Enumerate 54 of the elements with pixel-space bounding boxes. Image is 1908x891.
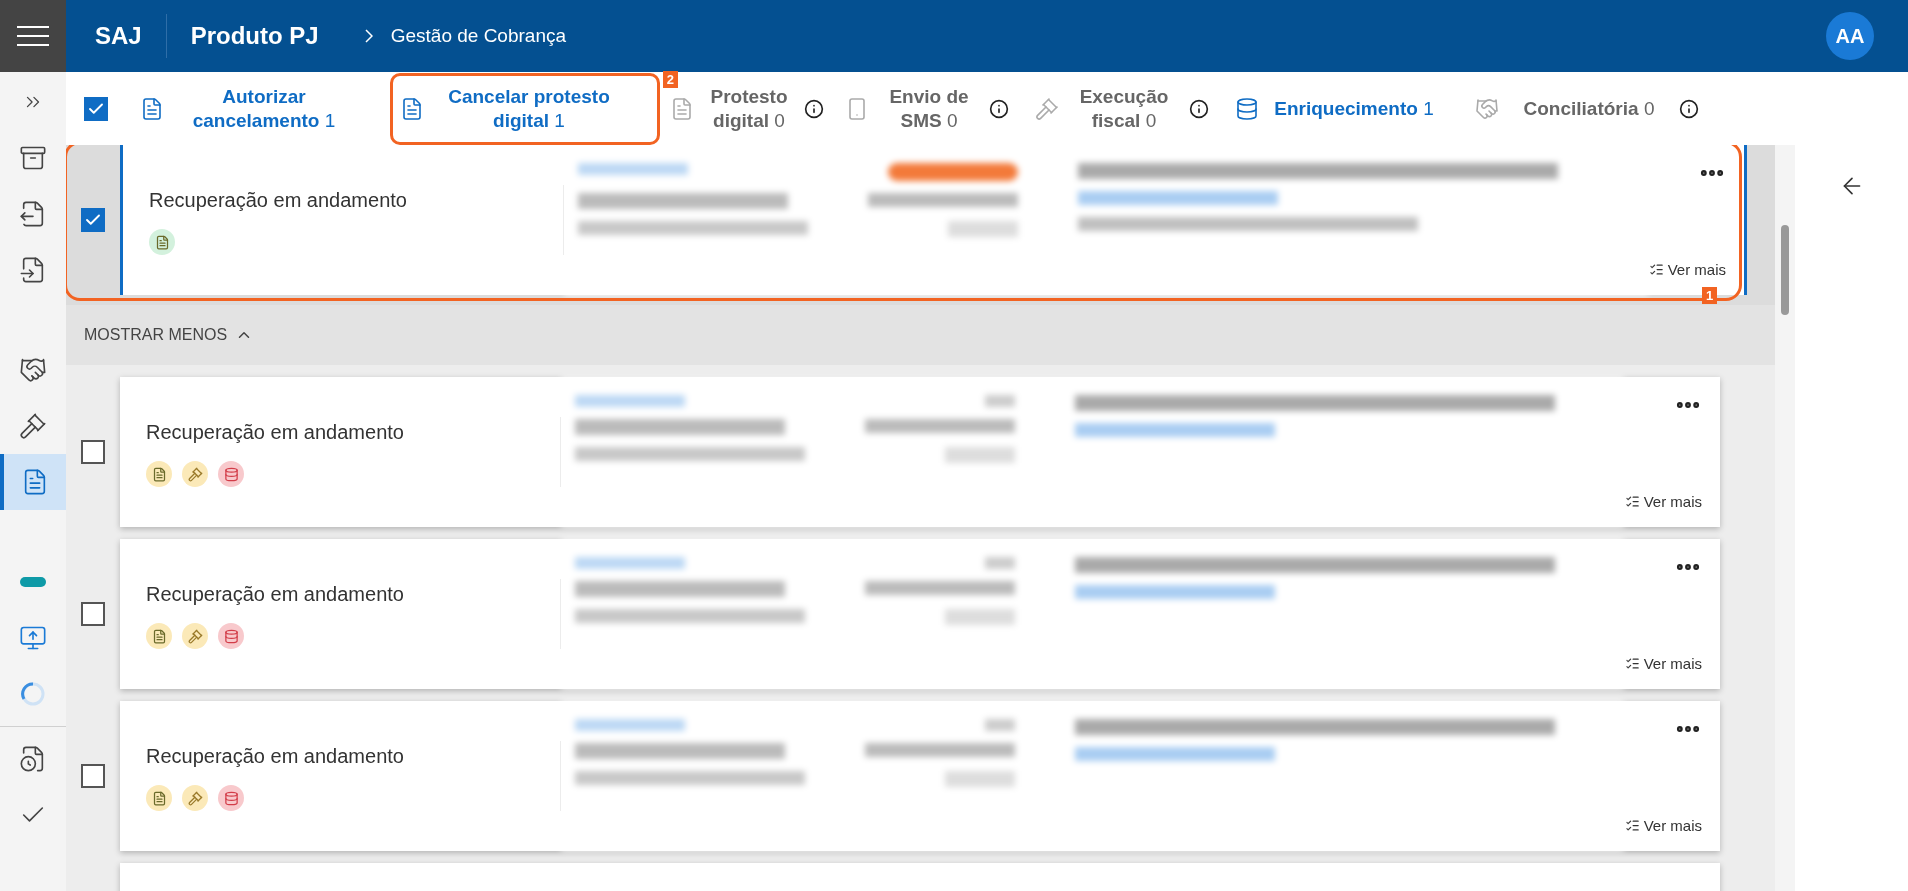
record-card[interactable]: Recuperação em andamento Ver mais <box>120 539 1720 689</box>
double-check-icon <box>1648 262 1664 278</box>
see-more-button[interactable]: Ver mais <box>1624 814 1702 837</box>
info-icon[interactable] <box>1189 98 1209 119</box>
record-card[interactable]: Recuperação em andamento Ver mais <box>120 377 1720 527</box>
menu-icon <box>17 25 49 47</box>
action-button[interactable]: Cancelar protesto digital 1 <box>434 84 624 133</box>
double-check-icon <box>1624 494 1640 510</box>
document-icon <box>670 96 694 121</box>
checkbox[interactable] <box>81 208 105 232</box>
action-button[interactable]: Autorizar cancelamento 1 <box>174 84 354 133</box>
gavel-icon <box>1035 96 1059 121</box>
pill-icon <box>20 577 46 587</box>
menu-button[interactable] <box>0 0 66 72</box>
document-icon <box>140 96 164 121</box>
annotation-number: 1 <box>1702 287 1718 304</box>
double-check-icon <box>1624 818 1640 834</box>
breadcrumb-text: Gestão de Cobrança <box>390 23 567 48</box>
see-more-button[interactable]: Ver mais <box>1624 490 1702 513</box>
show-less-button[interactable]: MOSTRAR MENOS <box>66 305 1775 365</box>
brand-name: SAJ <box>95 21 142 51</box>
action-button[interactable]: Execução fiscal 0 <box>1069 84 1179 133</box>
see-more-button[interactable]: Ver mais <box>1624 652 1702 675</box>
status-text: Recuperação em andamento <box>146 744 405 769</box>
info-icon[interactable] <box>1679 98 1699 119</box>
action-button[interactable]: Conciliatória 0 <box>1509 96 1669 121</box>
info-icon[interactable] <box>804 98 824 119</box>
sidebar-item[interactable] <box>0 454 66 510</box>
status-text: Recuperação em andamento <box>149 188 408 213</box>
checkbox[interactable] <box>81 602 105 626</box>
spinner-icon <box>20 681 46 707</box>
gavel-icon <box>19 412 47 440</box>
screen-icon <box>19 624 47 652</box>
handshake-icon <box>1475 96 1499 121</box>
see-more-button[interactable]: Ver mais <box>1648 258 1726 281</box>
info-icon[interactable] <box>989 98 1009 119</box>
handshake-icon <box>19 356 47 384</box>
scrollbar-thumb[interactable] <box>1781 225 1789 315</box>
product-name: Produto PJ <box>190 21 319 51</box>
record-card[interactable]: Recuperação em andamento Ver mais <box>120 701 1720 851</box>
checkbox[interactable] <box>81 764 105 788</box>
document-icon <box>400 96 424 121</box>
archive-icon <box>19 144 47 172</box>
database-icon <box>1235 96 1259 121</box>
status-text: Recuperação em andamento <box>146 420 405 445</box>
checkbox[interactable] <box>84 96 108 121</box>
status-text: Recuperação em andamento <box>146 582 405 607</box>
double-check-icon <box>1624 656 1640 672</box>
action-button[interactable]: Protesto digital 0 <box>704 84 794 133</box>
user-avatar[interactable]: AA <box>1826 12 1874 60</box>
action-button[interactable]: Envio de SMS 0 <box>879 84 979 133</box>
checkbox[interactable] <box>81 440 105 464</box>
action-button[interactable]: Enriquecimento 1 <box>1269 96 1439 121</box>
chevron-icon <box>364 29 373 43</box>
